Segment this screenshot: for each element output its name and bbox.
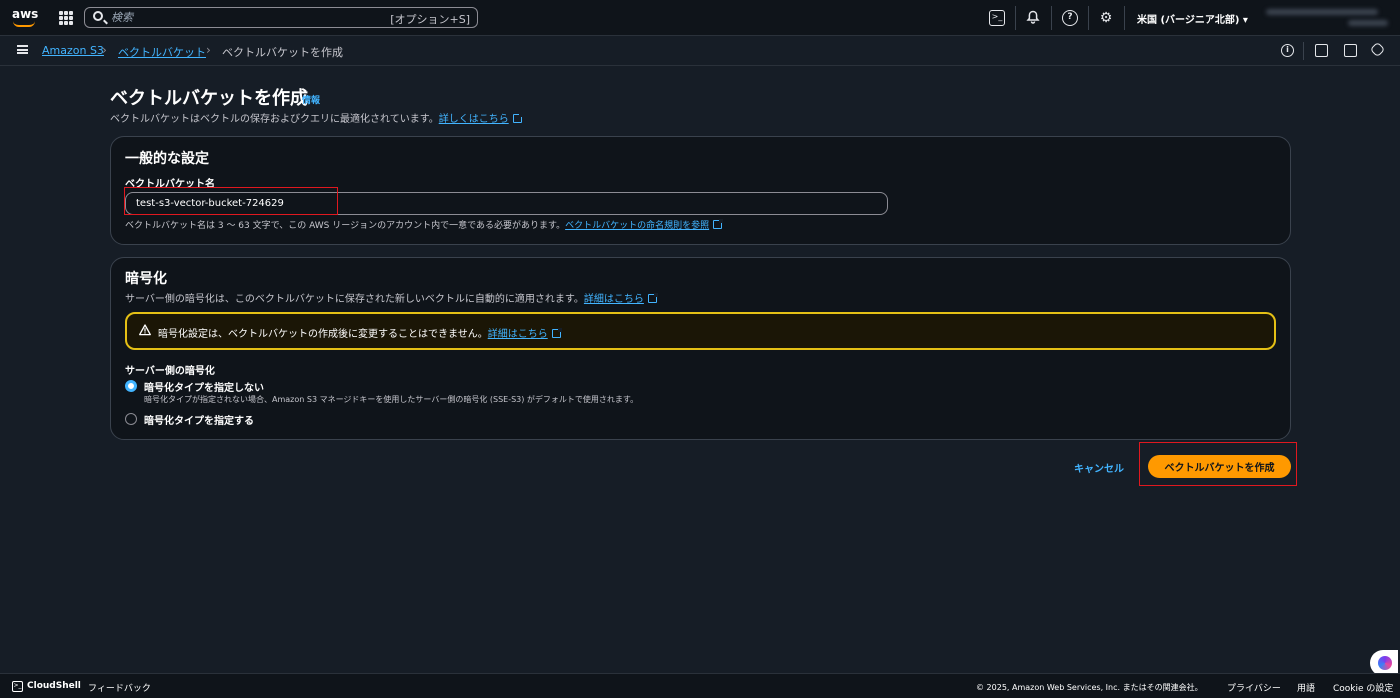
feedback-link[interactable]: フィードバック — [88, 681, 151, 694]
region-selector[interactable]: 米国 (バージニア北部) ▾ — [1137, 11, 1248, 26]
radio-no-encryption-type[interactable] — [125, 380, 137, 392]
search-shortcut: [オプション+S] — [390, 13, 470, 26]
highlight-box — [124, 187, 338, 215]
divider — [1015, 6, 1016, 30]
chevron-right-icon: › — [206, 43, 211, 57]
bell-icon[interactable] — [1025, 10, 1041, 26]
aws-logo-text: aws — [12, 7, 39, 21]
chevron-right-icon: › — [102, 43, 107, 57]
search-input[interactable] — [111, 9, 361, 26]
breadcrumb-current: ベクトルバケットを作成 — [222, 46, 343, 59]
cookie-settings-link[interactable]: Cookie の設定 — [1333, 681, 1393, 694]
radio-no-encryption-type-label[interactable]: 暗号化タイプを指定しない — [144, 379, 264, 394]
aws-logo-smile — [13, 21, 35, 27]
radio-specify-encryption-type-label[interactable]: 暗号化タイプを指定する — [144, 412, 254, 427]
aws-logo[interactable]: aws — [12, 7, 39, 29]
warning-alert: 暗号化設定は、ベクトルバケットの作成後に変更することはできません。詳細はこちら — [125, 312, 1276, 350]
divider — [1303, 42, 1304, 60]
highlight-box — [1139, 442, 1297, 486]
external-link-icon — [713, 219, 724, 229]
footer: >_ CloudShell フィードバック © 2025, Amazon Web… — [0, 673, 1400, 698]
settings-panel-icon[interactable] — [1369, 41, 1386, 58]
bucket-name-hint: ベクトルバケット名は 3 ～ 63 文字で、この AWS リージョンのアカウント… — [125, 218, 724, 231]
divider — [1124, 6, 1125, 30]
warning-icon — [139, 324, 151, 336]
page-description-text: ベクトルバケットはベクトルの保存およびクエリに最適化されています。 — [110, 114, 439, 125]
info-link[interactable]: 情報 — [302, 93, 320, 106]
terms-link[interactable]: 用語 — [1297, 681, 1315, 694]
top-navigation-bar: aws [オプション+S] >_ ? ⚙ 米国 (バージニア北部) ▾ — [0, 0, 1400, 36]
naming-rules-link[interactable]: ベクトルバケットの命名規則を参照 — [565, 221, 709, 231]
section-title: 暗号化 — [125, 271, 167, 287]
learn-more-link[interactable]: 詳しくはこちら — [439, 114, 509, 125]
hint-text: ベクトルバケット名は 3 ～ 63 文字で、この AWS リージョンのアカウント… — [125, 221, 566, 231]
split-panel-icon[interactable] — [1344, 44, 1357, 57]
section-title: 一般的な設定 — [125, 151, 209, 167]
radio-specify-encryption-type[interactable] — [125, 413, 137, 425]
breadcrumb-amazon-s3[interactable]: Amazon S3 — [42, 44, 104, 57]
alert-learn-more-link[interactable]: 詳細はこちら — [488, 329, 548, 340]
cloudshell-icon[interactable]: >_ — [12, 681, 23, 692]
cloudshell-link[interactable]: CloudShell — [27, 681, 81, 691]
cloudshell-icon[interactable]: >_ — [989, 10, 1005, 26]
alert-message: 暗号化設定は、ベクトルバケットの作成後に変更することはできません。詳細はこちら — [158, 325, 562, 340]
divider — [1051, 6, 1052, 30]
privacy-link[interactable]: プライバシー — [1227, 681, 1281, 694]
external-link-icon — [512, 113, 523, 123]
breadcrumb-bar: Amazon S3 › ベクトルバケット › ベクトルバケットを作成 i — [0, 36, 1400, 66]
account-menu[interactable] — [1252, 5, 1392, 31]
services-menu-icon[interactable] — [59, 11, 73, 25]
encryption-panel: 暗号化 サーバー側の暗号化は、このベクトルバケットに保存された新しいベクトルに自… — [110, 257, 1291, 440]
menu-icon[interactable] — [17, 45, 28, 54]
encryption-description: サーバー側の暗号化は、このベクトルバケットに保存された新しいベクトルに自動的に適… — [125, 290, 658, 305]
search-box[interactable]: [オプション+S] — [84, 7, 478, 28]
alert-text: 暗号化設定は、ベクトルバケットの作成後に変更することはできません。 — [158, 329, 488, 340]
cancel-button[interactable]: キャンセル — [1066, 455, 1132, 479]
assistant-icon — [1378, 656, 1392, 670]
sse-label: サーバー側の暗号化 — [125, 366, 215, 377]
info-icon[interactable]: i — [1281, 44, 1294, 57]
external-link-icon — [647, 293, 658, 303]
gear-icon[interactable]: ⚙ — [1098, 10, 1114, 26]
external-link-icon — [551, 328, 562, 338]
panel-icon[interactable] — [1315, 44, 1328, 57]
breadcrumb-vector-buckets[interactable]: ベクトルバケット — [118, 44, 206, 60]
page-description: ベクトルバケットはベクトルの保存およびクエリに最適化されています。詳しくはこちら — [110, 110, 523, 125]
encryption-description-text: サーバー側の暗号化は、このベクトルバケットに保存された新しいベクトルに自動的に適… — [125, 294, 584, 305]
encryption-learn-more-link[interactable]: 詳細はこちら — [584, 294, 644, 305]
search-icon — [93, 11, 103, 21]
radio-no-encryption-type-desc: 暗号化タイプが指定されない場合、Amazon S3 マネージドキーを使用したサー… — [144, 395, 639, 404]
copyright-text: © 2025, Amazon Web Services, Inc. またはその関… — [976, 683, 1203, 692]
divider — [1088, 6, 1089, 30]
page-title: ベクトルバケットを作成 — [110, 88, 308, 109]
help-icon[interactable]: ? — [1062, 10, 1078, 26]
